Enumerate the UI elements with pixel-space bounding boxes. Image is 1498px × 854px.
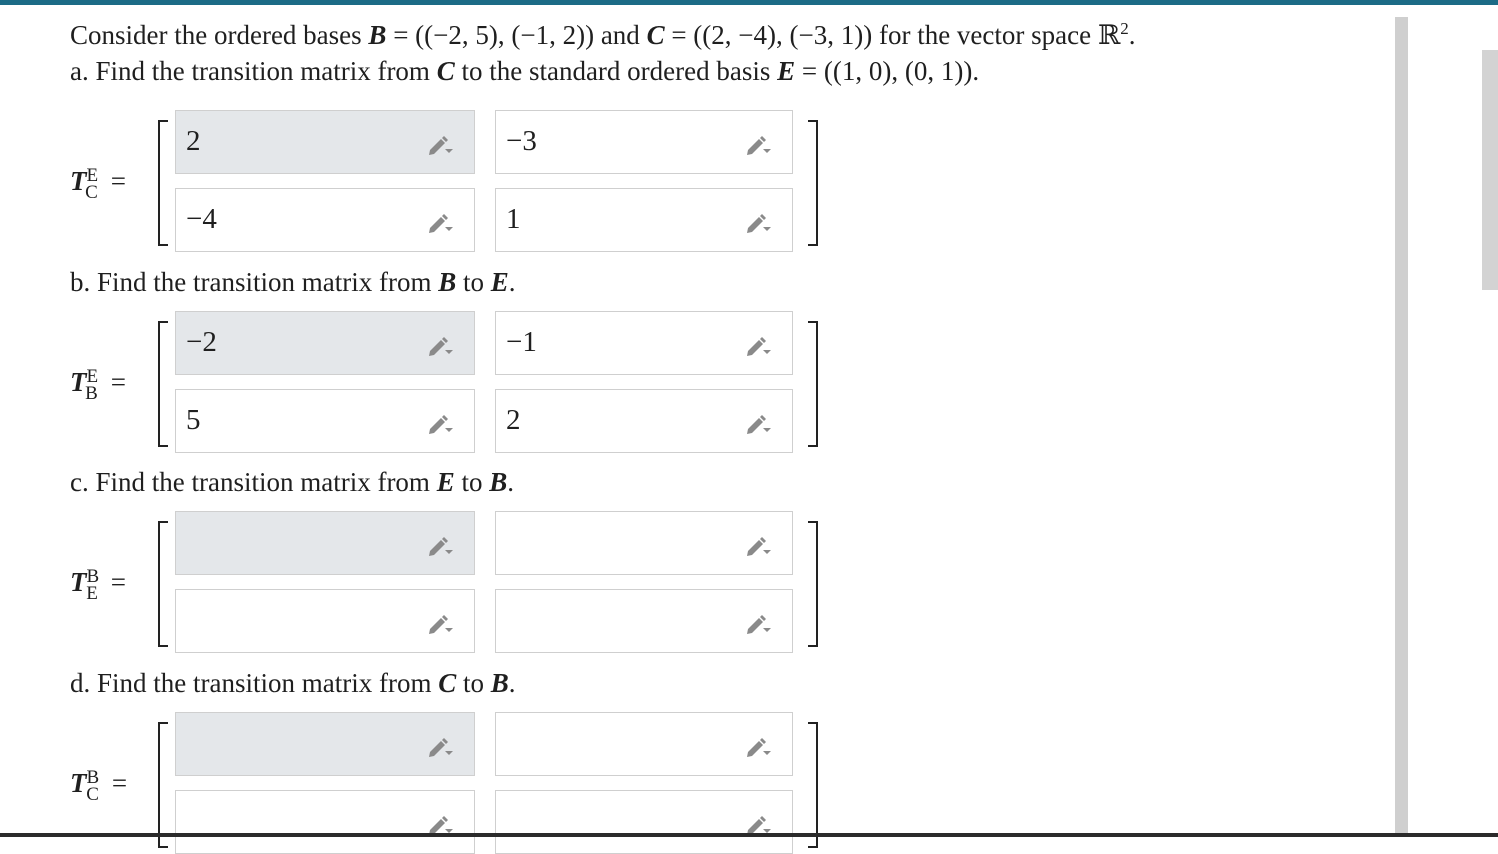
basis-c-symbol: C (646, 20, 665, 50)
problem-intro: Consider the ordered bases B = ((−2, 5),… (70, 12, 1136, 52)
part-b-text-3: . (508, 267, 516, 297)
right-bracket (808, 722, 818, 848)
matrix-cell-r2c1-input[interactable]: 5 (175, 389, 475, 453)
part-a-text-2: to the standard ordered basis (454, 56, 778, 86)
right-bracket (808, 521, 818, 647)
matrix-cell-r2c1-input[interactable]: −4 (175, 188, 475, 252)
bottom-bar (0, 833, 1498, 837)
right-bracket (808, 321, 818, 447)
matrix-cell-r2c2-input[interactable]: 1 (495, 188, 793, 252)
pencil-dropdown-icon[interactable] (744, 133, 774, 157)
part-c-text-3: . (507, 467, 514, 497)
pencil-dropdown-icon[interactable] (426, 211, 456, 235)
left-bracket (158, 120, 168, 246)
matrix-subscript: C (86, 784, 99, 805)
intro-text-4: . (1128, 20, 1136, 50)
part-b-prompt: b. Find the transition matrix from B to … (70, 265, 516, 299)
matrix-cell-r1c2-input[interactable]: −3 (495, 110, 793, 174)
intro-text-2: = ((−2, 5), (−1, 2)) and (386, 20, 647, 50)
basis-b-symbol: B (368, 20, 387, 50)
pencil-dropdown-icon[interactable] (426, 412, 456, 436)
part-d-text-2: to (456, 668, 491, 698)
pencil-dropdown-icon[interactable] (744, 334, 774, 358)
pencil-dropdown-icon[interactable] (426, 612, 456, 636)
matrix-cell-r1c1-input[interactable]: 2 (175, 110, 475, 174)
equals-sign: = (111, 768, 128, 798)
right-bracket (808, 120, 818, 246)
matrix-cell-r2c1-input[interactable] (175, 589, 475, 653)
r2-exponent: 2 (1120, 19, 1129, 38)
cell-value: −3 (506, 125, 537, 157)
part-b-text-2: to (456, 267, 491, 297)
left-bracket (158, 521, 168, 647)
part-d-prompt: d. Find the transition matrix from C to … (70, 666, 516, 700)
cell-value: −4 (186, 203, 217, 235)
cell-value: 5 (186, 404, 201, 436)
matrix-cell-r1c2-input[interactable] (495, 712, 793, 776)
cell-value: −1 (506, 326, 537, 358)
matrix-symbol: T (70, 567, 87, 597)
part-a-text-1: a. Find the transition matrix from (70, 56, 437, 86)
cell-value: 2 (506, 404, 521, 436)
top-accent-bar (0, 0, 1498, 5)
part-c-symbol-2: B (489, 467, 508, 497)
matrix-cell-r2c2-input[interactable] (495, 589, 793, 653)
equals-sign: = (110, 567, 127, 597)
cell-value: 2 (186, 125, 201, 157)
part-d-symbol-2: B (490, 668, 509, 698)
part-c-text-2: to (454, 467, 490, 497)
equals-sign: = (110, 166, 127, 196)
pencil-dropdown-icon[interactable] (426, 334, 456, 358)
part-d-text-3: . (508, 668, 516, 698)
matrix-subscript: C (85, 182, 98, 203)
part-d-text-1: d. Find the transition matrix from (70, 668, 439, 698)
matrix-cell-r1c1-input[interactable] (175, 511, 475, 575)
left-bracket (158, 321, 168, 447)
pencil-dropdown-icon[interactable] (744, 211, 774, 235)
pencil-dropdown-icon[interactable] (426, 133, 456, 157)
matrix-cell-r2c2-input[interactable]: 2 (495, 389, 793, 453)
part-c-text-1: c. Find the transition matrix from (70, 467, 437, 497)
equals-sign: = (110, 367, 127, 397)
part-a-symbol-2: E (777, 56, 796, 86)
content-scrollbar[interactable] (1395, 17, 1408, 837)
matrix-cell-r2c2-input[interactable] (495, 790, 793, 854)
part-b-text-1: b. Find the transition matrix from (70, 267, 439, 297)
intro-text-3: = ((2, −4), (−3, 1)) for the vector spac… (664, 20, 1121, 50)
part-d-symbol-1: C (438, 668, 457, 698)
pencil-dropdown-icon[interactable] (426, 534, 456, 558)
part-b-symbol-2: E (490, 267, 509, 297)
part-c-prompt: c. Find the transition matrix from E to … (70, 465, 514, 499)
left-bracket (158, 722, 168, 848)
matrix-subscript: E (86, 583, 98, 604)
matrix-label: TBC = (70, 767, 128, 805)
matrix-cell-r2c1-input[interactable] (175, 790, 475, 854)
matrix-label: TEB = (70, 366, 127, 404)
matrix-cell-r1c1-input[interactable] (175, 712, 475, 776)
pencil-dropdown-icon[interactable] (744, 412, 774, 436)
matrix-cell-r1c1-input[interactable]: −2 (175, 311, 475, 375)
part-c-symbol-1: E (436, 467, 455, 497)
matrix-label: TEC = (70, 165, 127, 203)
cell-value: −2 (186, 326, 217, 358)
pencil-dropdown-icon[interactable] (744, 534, 774, 558)
matrix-subscript: B (85, 383, 98, 404)
pencil-dropdown-icon[interactable] (426, 735, 456, 759)
part-b-symbol-1: B (438, 267, 457, 297)
pencil-dropdown-icon[interactable] (744, 612, 774, 636)
matrix-cell-r1c2-input[interactable] (495, 511, 793, 575)
part-a-prompt: a. Find the transition matrix from C to … (70, 54, 979, 88)
matrix-symbol: T (70, 768, 87, 798)
matrix-cell-r1c2-input[interactable]: −1 (495, 311, 793, 375)
cell-value: 1 (506, 203, 521, 235)
pencil-dropdown-icon[interactable] (744, 735, 774, 759)
intro-text-1: Consider the ordered bases (70, 20, 369, 50)
part-a-symbol-1: C (436, 56, 455, 86)
part-a-text-3: = ((1, 0), (0, 1)). (795, 56, 980, 86)
page-scrollbar-thumb[interactable] (1482, 50, 1498, 290)
matrix-label: TBE = (70, 566, 127, 604)
